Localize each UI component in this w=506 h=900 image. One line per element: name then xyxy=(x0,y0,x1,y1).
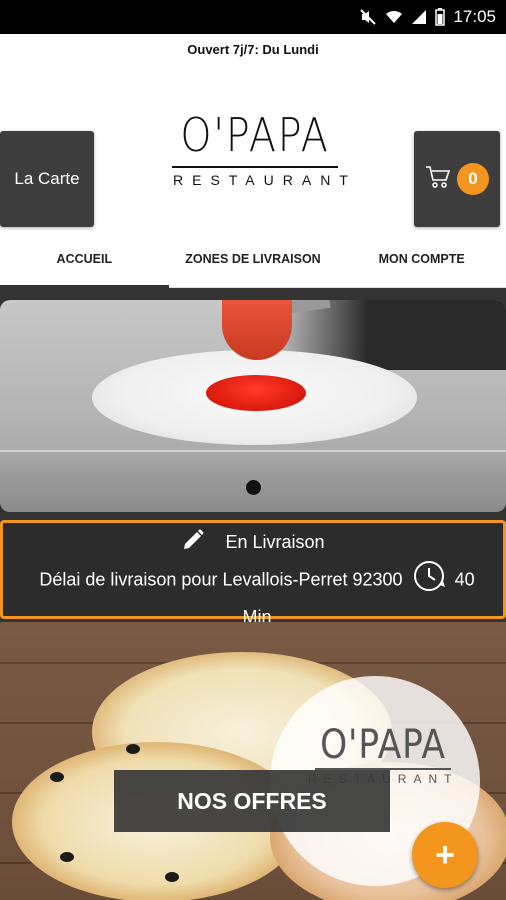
tab-zones-de-livraison[interactable]: ZONES DE LIVRAISON xyxy=(169,231,338,287)
mute-icon xyxy=(359,8,377,26)
tab-accueil[interactable]: ACCUEIL xyxy=(0,231,169,288)
status-time: 17:05 xyxy=(453,7,496,26)
clock-icon xyxy=(412,559,446,602)
nos-offres-button[interactable]: NOS OFFRES xyxy=(114,770,390,832)
image-slider[interactable] xyxy=(0,300,506,512)
olive-topping xyxy=(165,872,179,882)
logo-main-text: O'PAPA xyxy=(180,108,330,162)
promo-logo-main: O'PAPA xyxy=(320,722,446,768)
la-carte-label: La Carte xyxy=(14,169,80,188)
add-fab-button[interactable]: + xyxy=(412,822,478,888)
olive-topping xyxy=(60,852,74,862)
tab-mon-compte-label: MON COMPTE xyxy=(378,252,465,266)
tab-accueil-label: ACCUEIL xyxy=(56,252,113,266)
delivery-delay-text: Délai de livraison pour Levallois-Perret… xyxy=(39,569,403,590)
delivery-delay-value: 40 xyxy=(454,569,475,590)
cart-count-badge: 0 xyxy=(457,163,489,195)
plus-icon: + xyxy=(435,835,455,874)
main-tabs: ACCUEIL ZONES DE LIVRAISON MON COMPTE xyxy=(0,231,506,288)
olive-topping xyxy=(50,772,64,782)
status-bar: 17:05 xyxy=(0,0,506,34)
delivery-info-panel[interactable]: En Livraison Délai de livraison pour Lev… xyxy=(0,520,506,627)
pencil-icon[interactable] xyxy=(181,528,205,557)
delivery-mode-label: En Livraison xyxy=(225,531,325,552)
signal-icon xyxy=(411,9,427,25)
olive-topping xyxy=(126,744,140,754)
la-carte-button[interactable]: La Carte xyxy=(0,131,94,227)
tab-mon-compte[interactable]: MON COMPTE xyxy=(337,231,506,287)
tab-zones-de-livraison-label: ZONES DE LIVRAISON xyxy=(185,252,321,266)
app-header: La Carte O'PAPA RESTAURANT 0 xyxy=(0,64,506,231)
cart-icon xyxy=(425,165,451,194)
restaurant-logo: O'PAPA RESTAURANT xyxy=(165,104,357,204)
tomato-sauce-image xyxy=(206,375,306,411)
nos-offres-label: NOS OFFRES xyxy=(177,787,327,814)
delivery-mode-row: En Livraison xyxy=(3,527,503,557)
logo-sub-text: RESTAURANT xyxy=(173,172,357,188)
logo-divider xyxy=(172,166,338,168)
slider-page-indicator[interactable] xyxy=(246,480,261,495)
wifi-icon xyxy=(385,8,403,26)
opening-hours-ticker: Ouvert 7j/7: Du Lundi xyxy=(0,34,506,64)
battery-icon xyxy=(435,8,446,26)
ticker-text: Ouvert 7j/7: Du Lundi xyxy=(187,41,319,57)
cart-button[interactable]: 0 xyxy=(414,131,500,227)
